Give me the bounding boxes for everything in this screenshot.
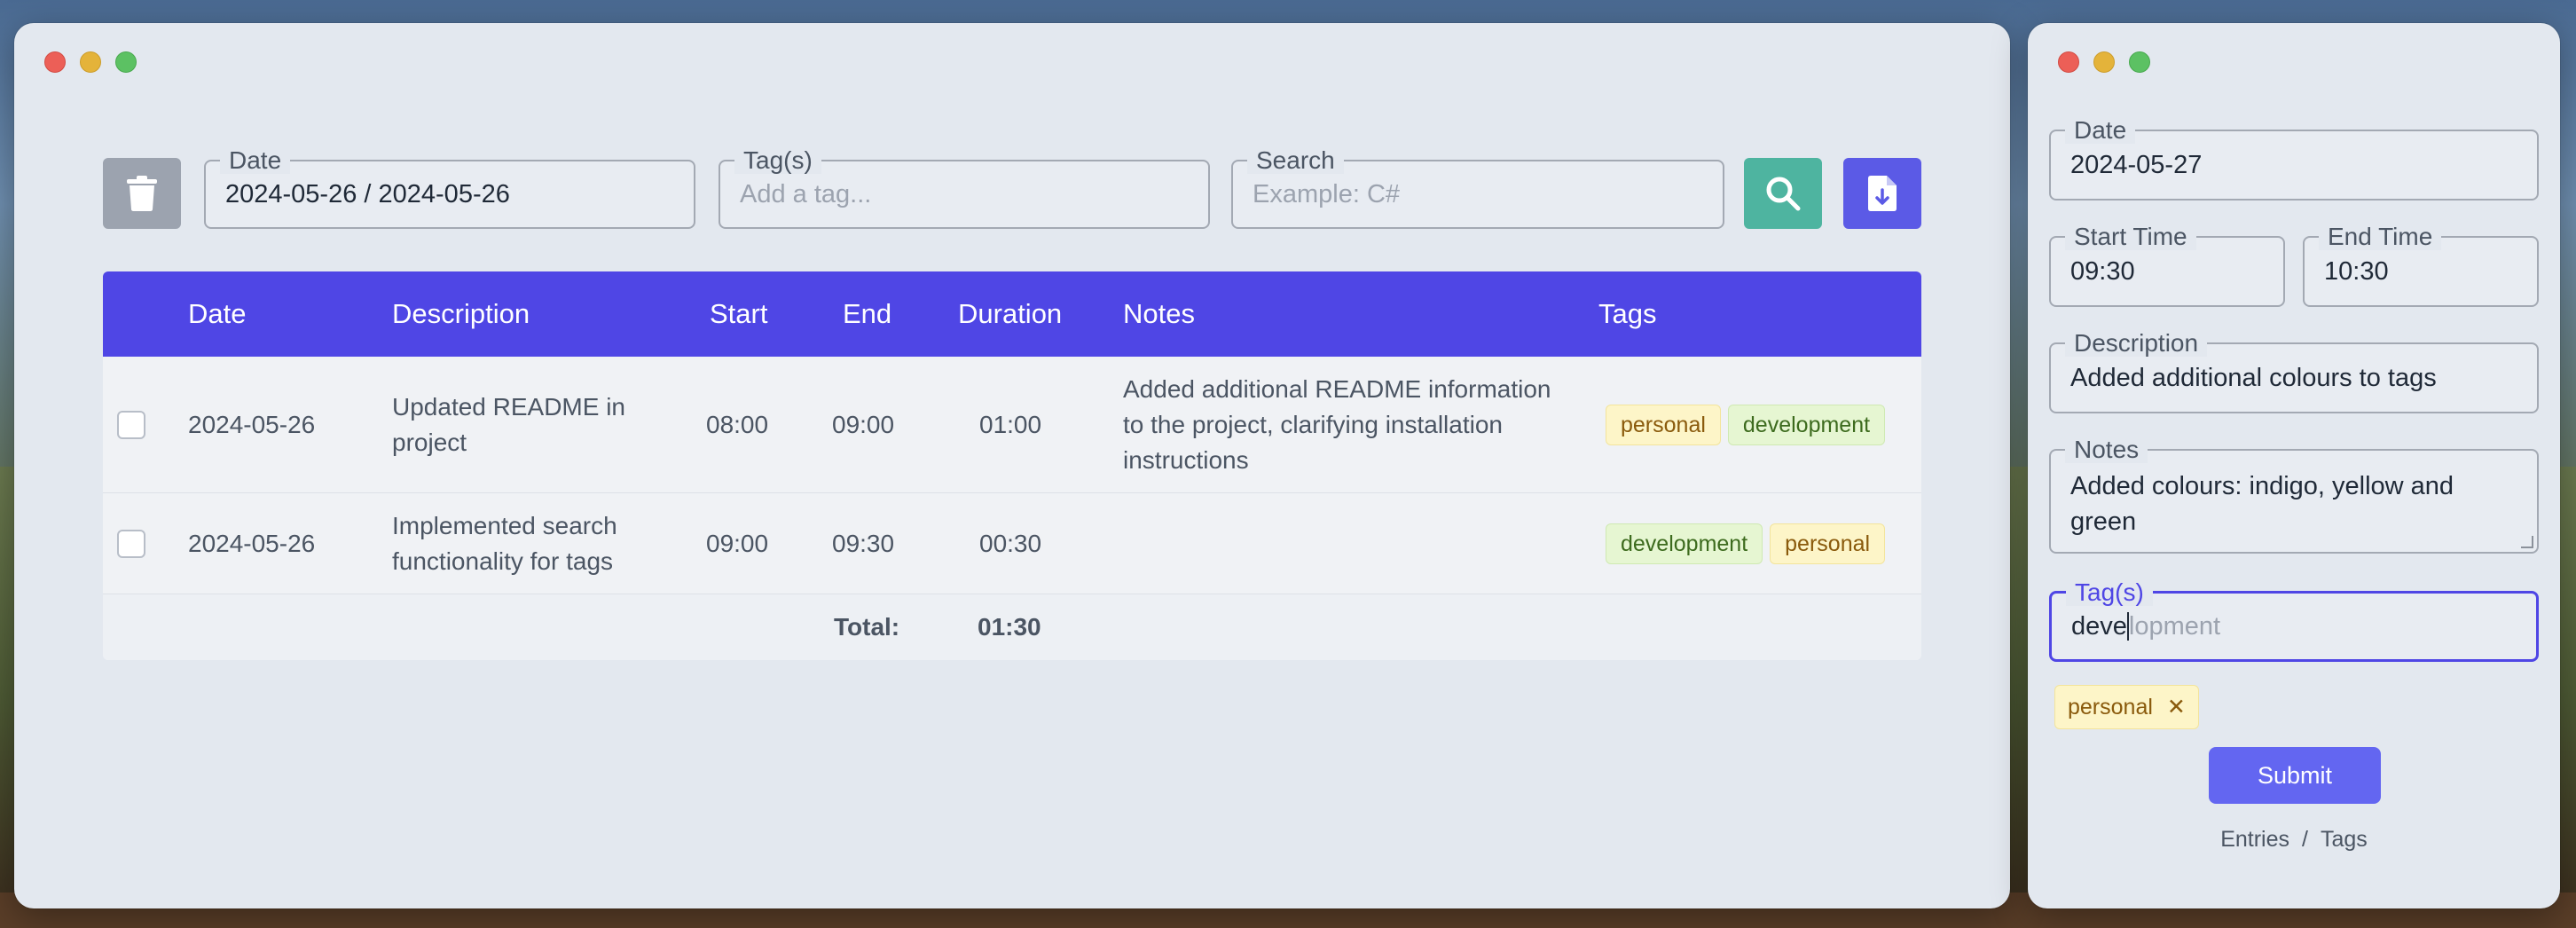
row-end: 09:00 (832, 410, 895, 438)
row-start: 08:00 (706, 410, 769, 438)
close-window-button[interactable] (44, 51, 66, 73)
filter-bar: Date 2024-05-26 / 2024-05-26 Tag(s) Add … (103, 147, 1921, 229)
export-button[interactable] (1843, 158, 1921, 229)
tag-badge[interactable]: development (1727, 404, 1886, 445)
selected-tag-chip: personal ✕ (2054, 685, 2199, 729)
date-range-value: 2024-05-26 / 2024-05-26 (225, 179, 510, 208)
notes-label: Notes (2065, 436, 2148, 463)
description-field[interactable]: Description Added additional colours to … (2049, 330, 2539, 413)
search-button[interactable] (1744, 158, 1822, 229)
row-description: Implemented search functionality for tag… (392, 511, 617, 575)
maximize-window-button[interactable] (2129, 51, 2150, 73)
start-time-field[interactable]: Start Time 09:30 (2049, 224, 2285, 307)
minimize-window-button[interactable] (80, 51, 101, 73)
date-field-value: 2024-05-27 (2070, 150, 2203, 179)
column-header-tags[interactable]: Tags (1598, 271, 1656, 357)
entries-table: Date Description Start End Duration Note… (103, 271, 1921, 660)
column-header-date[interactable]: Date (188, 271, 246, 357)
table-row[interactable]: 2024-05-26 Implemented search functional… (103, 493, 1921, 594)
notes-textarea[interactable]: Notes Added colours: indigo, yellow and … (2049, 436, 2539, 554)
nav-separator: / (2302, 827, 2308, 852)
row-duration: 00:30 (979, 529, 1042, 557)
row-checkbox[interactable] (117, 411, 145, 439)
row-end: 09:30 (832, 529, 895, 557)
submit-button[interactable]: Submit (2209, 747, 2381, 804)
minimize-window-button[interactable] (2093, 51, 2115, 73)
column-header-start[interactable]: Start (710, 271, 767, 357)
date-field[interactable]: Date 2024-05-27 (2049, 117, 2539, 201)
close-window-button[interactable] (2058, 51, 2079, 73)
row-description: Updated README in project (392, 392, 626, 456)
column-header-notes[interactable]: Notes (1123, 271, 1195, 357)
search-icon (1766, 177, 1801, 211)
row-duration: 01:00 (979, 410, 1042, 438)
row-tags: personal development (1606, 357, 1892, 492)
total-row: Total: 01:30 (103, 594, 1921, 660)
description-value: Added additional colours to tags (2070, 363, 2437, 392)
tag-badge[interactable]: development (1606, 523, 1763, 564)
start-time-value: 09:30 (2070, 256, 2135, 286)
date-range-field[interactable]: Date 2024-05-26 / 2024-05-26 (204, 147, 695, 229)
entry-form-window: Date 2024-05-27 Start Time 09:30 End Tim… (2028, 23, 2560, 908)
window-controls (2058, 51, 2150, 73)
selected-tag-label: personal (2068, 694, 2153, 720)
total-duration: 01:30 (978, 613, 1041, 641)
row-notes (1123, 493, 1567, 594)
end-time-value: 10:30 (2324, 256, 2389, 286)
tag-autocomplete-suggestion: lopment (2128, 611, 2221, 641)
tag-input-value: deve lopment (2071, 594, 2220, 659)
entries-window: Date 2024-05-26 / 2024-05-26 Tag(s) Add … (14, 23, 2010, 908)
notes-value: Added colours: indigo, yellow and green (2070, 472, 2454, 536)
row-date: 2024-05-26 (188, 529, 316, 557)
total-label: Total: (834, 613, 900, 641)
row-start: 09:00 (706, 529, 769, 557)
search-input[interactable]: Search Example: C# (1231, 147, 1724, 229)
row-tags: development personal (1606, 493, 1892, 594)
row-checkbox[interactable] (117, 530, 145, 558)
maximize-window-button[interactable] (115, 51, 137, 73)
tag-filter-placeholder: Add a tag... (740, 179, 872, 208)
column-header-duration[interactable]: Duration (958, 271, 1062, 357)
tag-badge[interactable]: personal (1770, 523, 1886, 564)
entries-link[interactable]: Entries (2220, 827, 2289, 853)
row-notes: Added additional README information to t… (1123, 374, 1551, 474)
end-time-field[interactable]: End Time 10:30 (2303, 224, 2539, 307)
table-row[interactable]: 2024-05-26 Updated README in project 08:… (103, 357, 1921, 493)
column-header-end[interactable]: End (843, 271, 891, 357)
delete-button[interactable] (103, 158, 181, 229)
remove-tag-icon[interactable]: ✕ (2167, 694, 2186, 720)
row-date: 2024-05-26 (188, 410, 316, 438)
table-header: Date Description Start End Duration Note… (103, 271, 1921, 357)
tags-link[interactable]: Tags (2321, 827, 2368, 853)
tag-input-typed: deve (2071, 611, 2127, 641)
tag-input[interactable]: Tag(s) deve lopment (2049, 579, 2539, 662)
nav-links: Entries / Tags (2028, 827, 2560, 853)
file-download-icon (1868, 176, 1897, 211)
tag-filter-input[interactable]: Tag(s) Add a tag... (719, 147, 1210, 229)
window-controls (44, 51, 137, 73)
resize-handle[interactable] (2521, 536, 2533, 548)
trash-icon (127, 176, 157, 211)
tag-badge[interactable]: personal (1606, 404, 1721, 445)
search-placeholder: Example: C# (1253, 179, 1401, 208)
column-header-description[interactable]: Description (392, 271, 530, 357)
